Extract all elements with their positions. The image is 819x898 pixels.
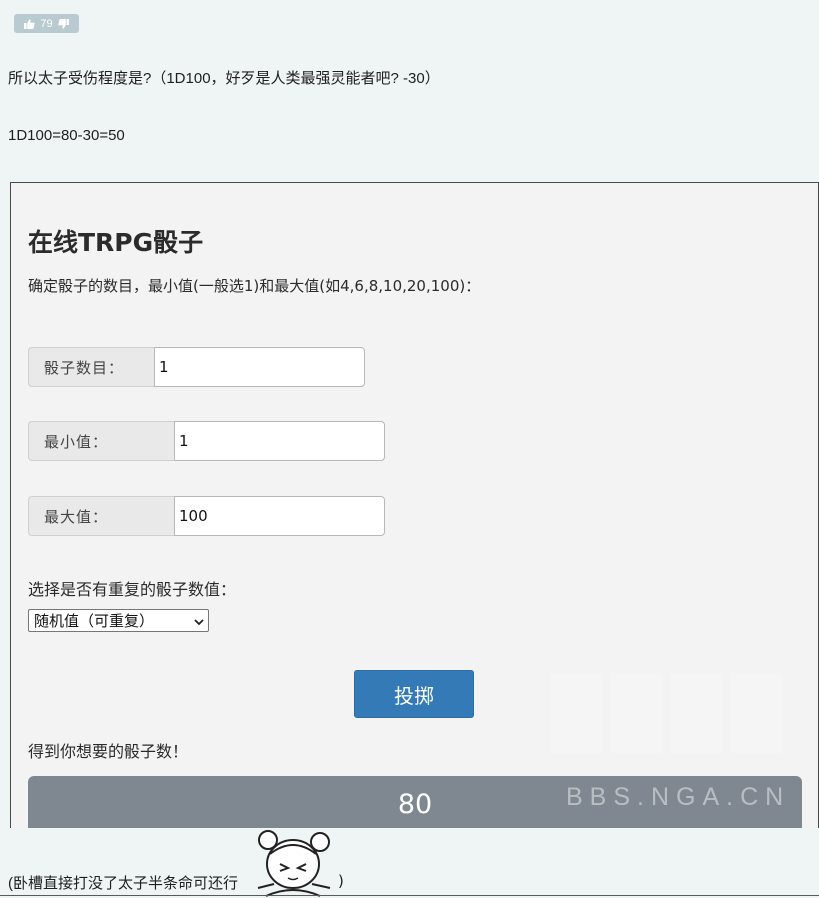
dice-count-input[interactable] bbox=[154, 347, 365, 387]
like-count: 79 bbox=[40, 17, 53, 30]
instruction-text: 确定骰子的数目，最小值(一般选1)和最大值(如4,6,8,10,20,100)： bbox=[28, 277, 481, 295]
repeat-option-value: 随机值（可重复） bbox=[34, 612, 155, 630]
max-value-label: 最大值： bbox=[28, 496, 174, 536]
chevron-down-icon bbox=[194, 612, 204, 630]
anime-girl-sticker-icon bbox=[257, 830, 331, 897]
page-title: 在线TRPG骰子 bbox=[28, 228, 204, 257]
repeat-option-label: 选择是否有重复的骰子数值： bbox=[28, 580, 237, 599]
post-footer-close: ) bbox=[338, 872, 344, 890]
thumbs-up-icon[interactable] bbox=[24, 18, 36, 29]
repeat-option-select[interactable]: 随机值（可重复） bbox=[28, 609, 209, 632]
embedded-screenshot: 在线TRPG骰子 确定骰子的数目，最小值(一般选1)和最大值(如4,6,8,10… bbox=[10, 182, 819, 828]
dice-count-row: 骰子数目： bbox=[28, 347, 365, 387]
watermark-text: BBS.NGA.CN bbox=[566, 783, 791, 811]
roll-button[interactable]: 投掷 bbox=[354, 670, 474, 718]
result-caption: 得到你想要的骰子数！ bbox=[28, 742, 189, 761]
thumbs-down-icon[interactable] bbox=[57, 18, 69, 29]
divider bbox=[0, 895, 819, 896]
post-text-question: 所以太子受伤程度是?（1D100，好歹是人类最强灵能者吧? -30） bbox=[8, 70, 440, 87]
max-value-input[interactable] bbox=[174, 496, 385, 536]
dice-count-label: 骰子数目： bbox=[28, 347, 154, 387]
post-text-dice-result: 1D100=80-30=50 bbox=[8, 127, 125, 144]
min-value-label: 最小值： bbox=[28, 421, 174, 461]
forum-post: 79 所以太子受伤程度是?（1D100，好歹是人类最强灵能者吧? -30） 1D… bbox=[0, 0, 819, 898]
min-value-input[interactable] bbox=[174, 421, 385, 461]
post-footer-text: (卧槽直接打没了太子半条命可还行 bbox=[8, 875, 238, 892]
max-value-row: 最大值： bbox=[28, 496, 385, 536]
nga-logo-watermark-icon bbox=[551, 673, 783, 753]
like-badge[interactable]: 79 bbox=[14, 14, 79, 33]
dice-page: 在线TRPG骰子 确定骰子的数目，最小值(一般选1)和最大值(如4,6,8,10… bbox=[11, 183, 818, 828]
min-value-row: 最小值： bbox=[28, 421, 385, 461]
